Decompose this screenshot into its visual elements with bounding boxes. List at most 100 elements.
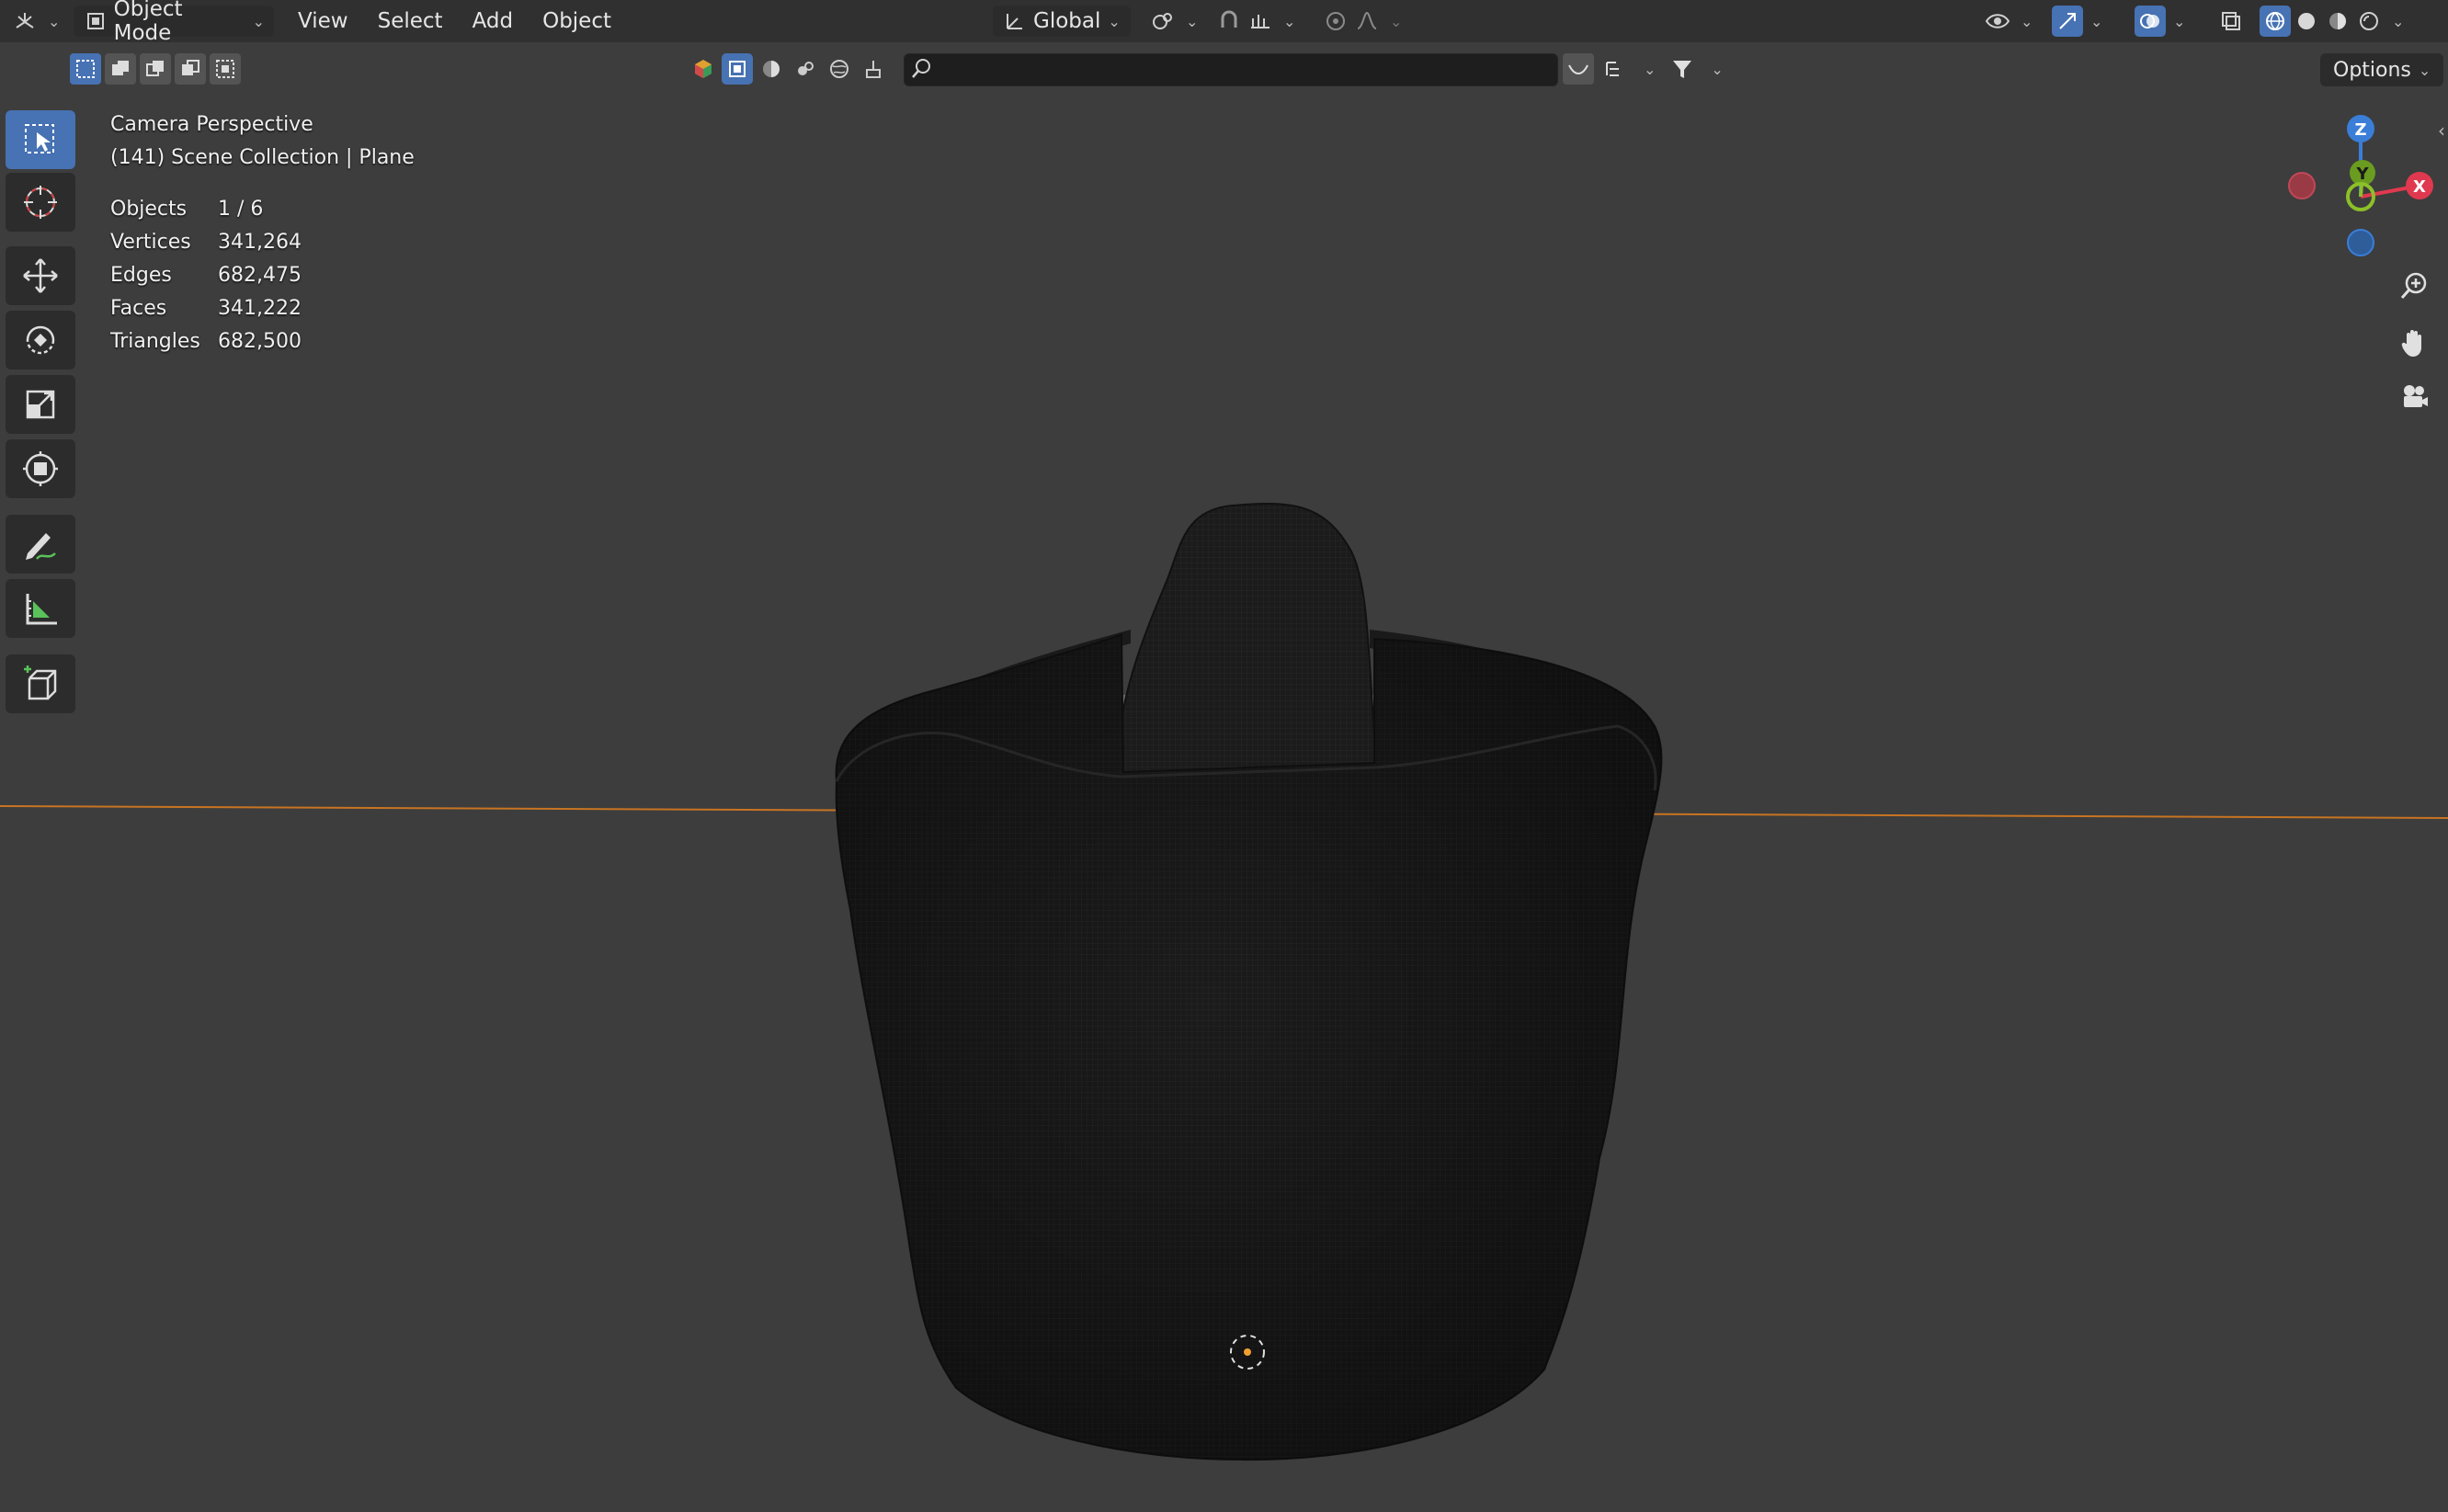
camera-view-button[interactable] [2393, 377, 2435, 419]
pivot-point-button[interactable]: ⌄ [1147, 6, 1198, 37]
tool-move[interactable] [6, 246, 75, 305]
stat-value: 682,500 [218, 330, 302, 353]
chevron-down-icon[interactable]: ⌄ [2392, 13, 2404, 30]
menu-view[interactable]: View [283, 9, 363, 33]
select-invert-icon[interactable] [175, 53, 206, 85]
snap-increment-icon[interactable] [1245, 6, 1276, 37]
stat-label: Vertices [110, 231, 191, 254]
stat-row: Edges 682,475 [110, 259, 302, 292]
hand-icon [2401, 330, 2421, 357]
xray-toggle[interactable] [2215, 6, 2247, 37]
overlays-toggle[interactable]: ⌄ [2135, 6, 2185, 37]
orientation-label: Global [1033, 9, 1101, 33]
zoom-button[interactable] [2393, 265, 2435, 307]
curve-falloff-icon[interactable] [1563, 53, 1594, 85]
select-subtract-icon[interactable] [140, 53, 171, 85]
search-input[interactable] [904, 53, 1558, 86]
tool-add-cube[interactable] [6, 654, 75, 713]
stat-value: 341,264 [218, 231, 302, 254]
tool-transform[interactable] [6, 439, 75, 498]
mesh-object-plane[interactable] [0, 0, 2448, 1512]
overlays-icon [2135, 6, 2166, 37]
stat-value: 341,222 [218, 297, 302, 320]
chevron-down-icon: ⌄ [48, 12, 61, 30]
tool-measure[interactable] [6, 579, 75, 638]
3d-viewport[interactable]: ⌄ Object Mode ⌄ View Select Add Object G… [0, 0, 2448, 1512]
wireframe-shading-icon[interactable] [2260, 6, 2291, 37]
options-dropdown[interactable]: Options ⌄ [2320, 53, 2444, 86]
eye-icon [1982, 6, 2013, 37]
menu-object[interactable]: Object [528, 9, 626, 33]
stat-row: Faces 341,222 [110, 292, 302, 325]
chevron-down-icon: ⌄ [252, 12, 265, 30]
menu-select[interactable]: Select [363, 9, 458, 33]
object-type-filter [688, 53, 889, 85]
tool-rotate[interactable] [6, 311, 75, 369]
tool-annotate[interactable] [6, 515, 75, 574]
proportional-edit-toggle[interactable]: ⌄ [1320, 6, 1402, 37]
mode-dropdown[interactable]: Object Mode ⌄ [74, 0, 274, 45]
tool-scale[interactable] [6, 375, 75, 434]
chevron-down-icon: ⌄ [1644, 60, 1657, 78]
stat-label: Faces [110, 297, 167, 320]
material-shading-icon[interactable] [2322, 6, 2353, 37]
chevron-down-icon: ⌄ [1283, 12, 1296, 30]
transform-orientation-dropdown[interactable]: Global ⌄ [993, 6, 1131, 37]
rendered-shading-icon[interactable] [2353, 6, 2385, 37]
all-types-icon[interactable] [688, 53, 719, 85]
collection-info: (141) Scene Collection | Plane [110, 146, 415, 169]
select-intersect-icon[interactable] [210, 53, 241, 85]
chevron-down-icon: ⌄ [1108, 12, 1121, 30]
sidebar-toggle-icon[interactable]: ‹ [2438, 119, 2445, 142]
navigation-gizmo[interactable]: Y Z X [2271, 108, 2436, 265]
gizmo-toggle[interactable]: ⌄ [2052, 6, 2102, 37]
viewport-info: Camera Perspective (141) Scene Collectio… [110, 108, 415, 175]
negative-x-axis-ball [2288, 172, 2316, 199]
chevron-down-icon: ⌄ [2173, 12, 2186, 30]
y-axis-label: Y [2355, 165, 2369, 184]
snap-toggle[interactable]: ⌄ [1213, 6, 1295, 37]
select-extend-icon[interactable] [105, 53, 136, 85]
move-icon [23, 258, 58, 293]
gizmo-icon [2052, 6, 2083, 37]
chevron-down-icon: ⌄ [2090, 12, 2103, 30]
object-visibility-button[interactable]: ⌄ [1982, 6, 2032, 37]
menu-add[interactable]: Add [458, 9, 529, 33]
select-new-icon[interactable] [70, 53, 101, 85]
chevron-down-icon: ⌄ [1186, 12, 1199, 30]
camera-icon [2404, 385, 2428, 407]
measure-icon [26, 594, 57, 625]
negative-z-axis-ball [2347, 229, 2374, 256]
stat-row: Triangles 682,500 [110, 325, 302, 358]
options-label: Options [2333, 58, 2411, 82]
chevron-down-icon: ⌄ [2418, 61, 2431, 79]
add-cube-icon [24, 665, 57, 700]
search-icon [910, 57, 934, 86]
brush-filter-icon[interactable] [858, 53, 889, 85]
material-filter-icon[interactable] [756, 53, 787, 85]
orientation-icon [1002, 6, 1028, 37]
zoom-in-icon [2400, 272, 2427, 299]
x-axis-label: X [2413, 177, 2426, 197]
sort-list-icon[interactable] [1600, 53, 1631, 85]
cursor-icon [24, 186, 57, 219]
solid-shading-icon[interactable] [2291, 6, 2322, 37]
filter-funnel-icon[interactable] [1667, 53, 1698, 85]
select-box-icon [25, 124, 54, 153]
tool-cursor[interactable] [6, 173, 75, 232]
editor-type-button[interactable]: ⌄ [9, 6, 60, 37]
chevron-down-icon: ⌄ [1390, 12, 1403, 30]
light-filter-icon[interactable] [790, 53, 821, 85]
selection-mode-group [70, 53, 241, 85]
falloff-curve-icon[interactable] [1351, 6, 1383, 37]
stat-label: Objects [110, 198, 188, 221]
annotate-icon [26, 533, 56, 560]
world-filter-icon[interactable] [824, 53, 855, 85]
pan-button[interactable] [2393, 322, 2435, 364]
pivot-point-icon [1147, 6, 1178, 37]
tool-select-box[interactable] [6, 110, 75, 169]
chevron-down-icon: ⌄ [2021, 12, 2033, 30]
editor-type-icon [9, 6, 40, 37]
stat-row: Vertices 341,264 [110, 226, 302, 259]
mesh-filter-icon[interactable] [722, 53, 753, 85]
